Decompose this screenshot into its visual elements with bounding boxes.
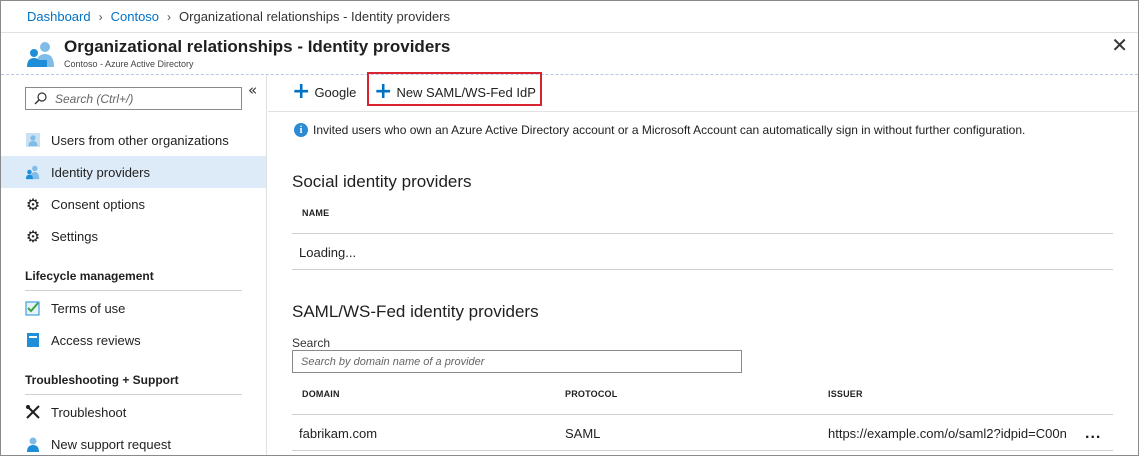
main-content: i Invited users who own an Azure Active …: [268, 113, 1138, 455]
info-icon: i: [294, 123, 308, 137]
row-more-actions-icon[interactable]: ...: [1085, 425, 1101, 443]
chevron-right-icon: ›: [167, 9, 172, 24]
sidebar-item-consent-options[interactable]: ⚙ Consent options: [1, 188, 266, 220]
provider-search-input[interactable]: [301, 351, 731, 372]
info-text: Invited users who own an Azure Active Di…: [313, 123, 1026, 137]
gear-icon: ⚙: [25, 226, 41, 246]
sidebar-item-label: Consent options: [51, 196, 145, 212]
support-person-icon: [25, 436, 41, 452]
row-issuer: https://example.com/o/saml2?idpid=C00n: [828, 426, 1067, 441]
command-bar: + Google + New SAML/WS-Fed IdP: [268, 72, 1138, 112]
table-divider: [292, 269, 1113, 270]
close-icon[interactable]: ✕: [1111, 35, 1128, 55]
search-label: Search: [292, 336, 331, 350]
sidebar-item-label: Terms of use: [51, 300, 126, 316]
new-saml-wsfed-idp-button[interactable]: + New SAML/WS-Fed IdP: [374, 79, 536, 104]
page-title: Organizational relationships - Identity …: [64, 37, 451, 56]
nav-divider: [25, 394, 242, 395]
app-window: Dashboard › Contoso › Organizational rel…: [0, 0, 1139, 456]
terms-checklist-icon: [25, 300, 41, 316]
chevron-right-icon: ›: [98, 9, 103, 24]
sidebar-item-troubleshoot[interactable]: Troubleshoot: [1, 396, 266, 428]
sidebar-item-terms-of-use[interactable]: Terms of use: [1, 292, 266, 324]
row-protocol: SAML: [565, 426, 601, 441]
saml-identity-providers-title: SAML/WS-Fed identity providers: [292, 302, 539, 321]
nav-search-box: [25, 87, 242, 110]
left-navigation: « Users from other organizations Identit…: [1, 75, 267, 455]
breadcrumb: Dashboard › Contoso › Organizational rel…: [1, 1, 1138, 33]
sidebar-item-label: Settings: [51, 228, 98, 244]
breadcrumb-dashboard[interactable]: Dashboard: [27, 9, 91, 24]
nav-section-lifecycle: Lifecycle management: [25, 269, 154, 283]
sidebar-item-access-reviews[interactable]: Access reviews: [1, 324, 266, 356]
column-header-domain: DOMAIN: [302, 389, 340, 399]
sidebar-item-label: New support request: [51, 436, 171, 452]
organizational-relationships-icon: [27, 42, 54, 67]
sidebar-item-label: Identity providers: [51, 164, 150, 180]
add-google-button[interactable]: + Google: [292, 79, 357, 104]
breadcrumb-contoso[interactable]: Contoso: [111, 9, 159, 24]
add-google-label: Google: [314, 84, 357, 100]
table-divider: [292, 414, 1113, 415]
wrench-icon: [25, 404, 41, 420]
search-icon: [34, 92, 47, 105]
breadcrumb-current: Organizational relationships - Identity …: [179, 9, 450, 24]
nav-search-input[interactable]: [55, 91, 235, 106]
identity-providers-icon: [25, 164, 41, 180]
gear-icon: ⚙: [25, 194, 41, 214]
sidebar-item-new-support-request[interactable]: New support request: [1, 428, 266, 455]
column-header-name: NAME: [302, 208, 330, 218]
users-icon: [25, 132, 41, 148]
sidebar-item-identity-providers[interactable]: Identity providers: [1, 156, 266, 188]
nav-section-troubleshooting: Troubleshooting + Support: [25, 373, 179, 387]
row-domain: fabrikam.com: [299, 426, 378, 441]
social-loading-text: Loading...: [299, 245, 357, 260]
blade-header: Organizational relationships - Identity …: [1, 33, 1138, 75]
access-reviews-icon: [25, 332, 41, 348]
sidebar-item-label: Users from other organizations: [51, 132, 229, 148]
info-message: i Invited users who own an Azure Active …: [294, 123, 1025, 137]
plus-icon: +: [374, 79, 393, 104]
collapse-double-chevron-icon[interactable]: «: [248, 81, 257, 99]
sidebar-item-label: Access reviews: [51, 332, 141, 348]
table-divider: [292, 450, 1113, 451]
provider-search-box: [292, 350, 742, 373]
social-identity-providers-title: Social identity providers: [292, 172, 472, 191]
sidebar-item-settings[interactable]: ⚙ Settings: [1, 220, 266, 252]
table-divider: [292, 233, 1113, 234]
column-header-protocol: PROTOCOL: [565, 389, 618, 399]
column-header-issuer: ISSUER: [828, 389, 863, 399]
plus-icon: +: [292, 79, 311, 104]
nav-divider: [25, 290, 242, 291]
sidebar-item-users-from-other-organizations[interactable]: Users from other organizations: [1, 124, 266, 156]
page-subtitle: Contoso - Azure Active Directory: [64, 59, 194, 69]
new-saml-wsfed-idp-label: New SAML/WS-Fed IdP: [396, 84, 536, 100]
sidebar-item-label: Troubleshoot: [51, 404, 127, 420]
